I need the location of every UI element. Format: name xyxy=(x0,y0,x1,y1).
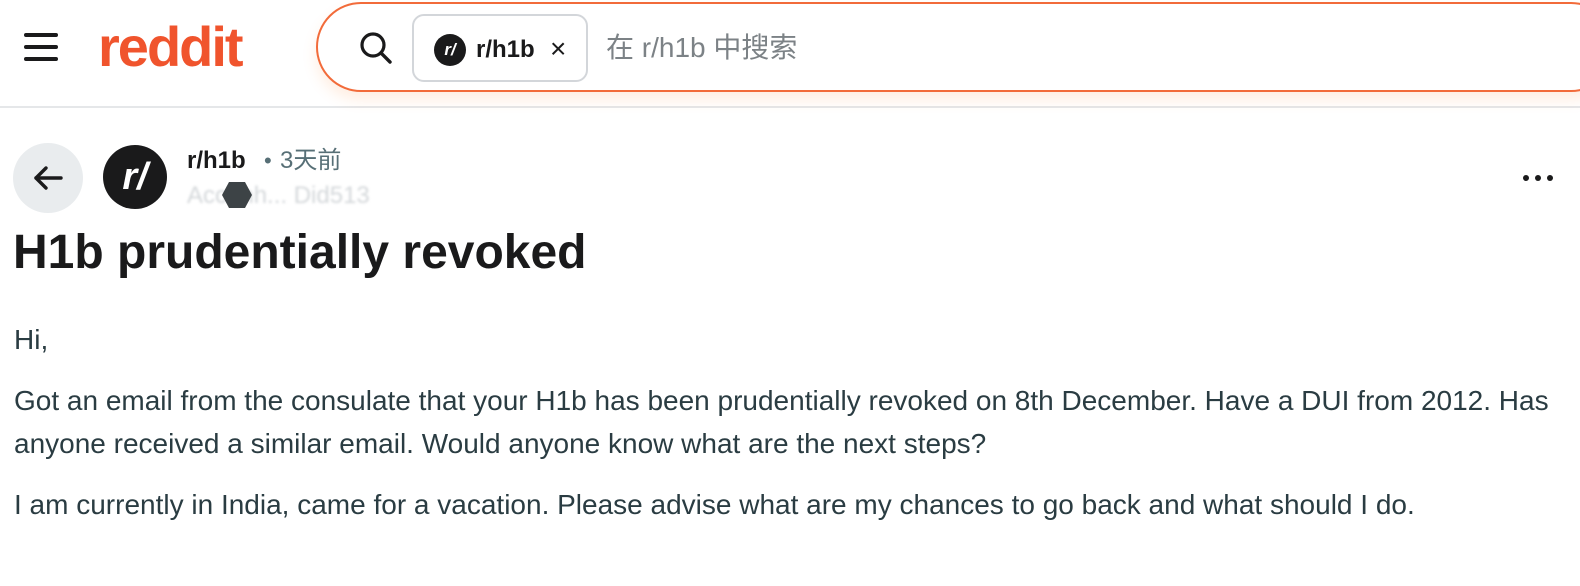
post-title: H1b prudentially revoked xyxy=(13,226,587,279)
author-link[interactable]: Accenh... Did513 xyxy=(187,180,477,210)
author-name-blurred: Accenh... Did513 xyxy=(187,182,370,209)
back-button[interactable] xyxy=(13,143,83,213)
search-scope-chip[interactable]: r/ r/h1b × xyxy=(412,14,588,82)
top-navigation-bar: reddit r/ r/h1b × 在 r/h1b 中搜索 xyxy=(0,0,1580,108)
subreddit-avatar[interactable]: r/ xyxy=(103,145,167,209)
subreddit-chip-avatar: r/ xyxy=(434,34,466,66)
reddit-logo[interactable]: reddit xyxy=(98,12,244,82)
search-scope-label: r/h1b xyxy=(476,36,535,63)
author-avatar-icon xyxy=(222,182,252,208)
more-options-button[interactable] xyxy=(1516,160,1560,194)
meta-separator: • xyxy=(264,148,272,173)
remove-scope-close-icon[interactable]: × xyxy=(550,33,566,65)
post-timestamp: 3天前 xyxy=(280,147,342,174)
search-bar[interactable]: r/ r/h1b × 在 r/h1b 中搜索 xyxy=(316,2,1580,92)
search-icon[interactable] xyxy=(358,30,394,66)
search-input[interactable]: 在 r/h1b 中搜索 xyxy=(606,30,797,66)
arrow-left-icon xyxy=(34,166,63,190)
post-body-paragraph: Got an email from the consulate that you… xyxy=(14,385,1549,459)
hamburger-menu-icon[interactable] xyxy=(22,28,60,66)
subreddit-link[interactable]: r/h1b xyxy=(187,146,246,176)
post-body-paragraph: I am currently in India, came for a vaca… xyxy=(14,489,1415,520)
post-body-paragraph: Hi, xyxy=(14,324,49,355)
